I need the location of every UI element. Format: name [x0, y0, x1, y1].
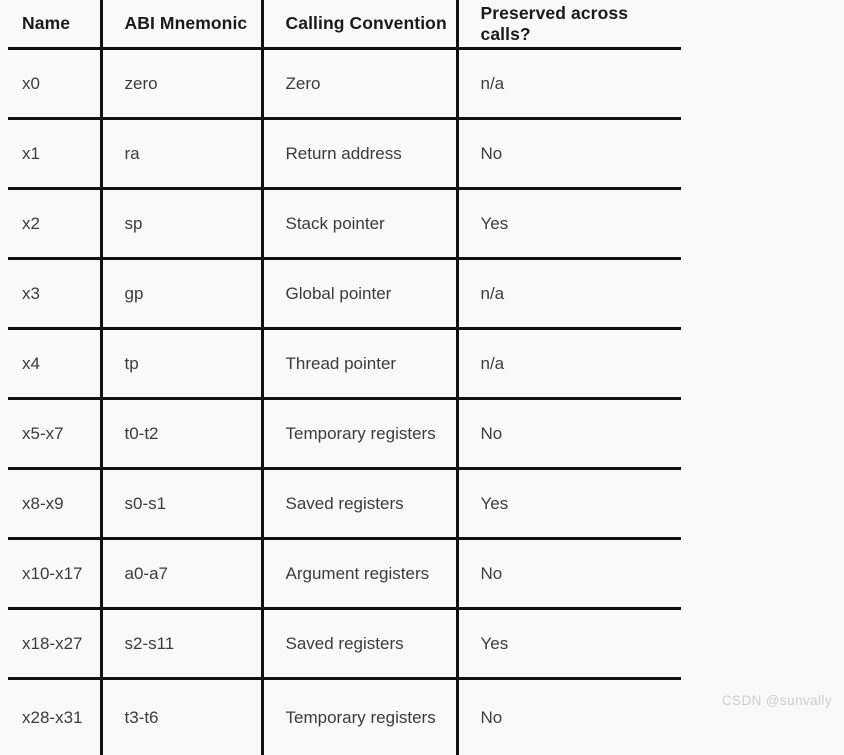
cell-preserved: n/a — [457, 259, 681, 329]
cell-calling-convention: Return address — [262, 119, 457, 189]
register-calling-convention-table: Name ABI Mnemonic Calling Convention Pre… — [0, 0, 681, 755]
cell-register-name: x18-x27 — [0, 609, 101, 679]
cell-calling-convention: Global pointer — [262, 259, 457, 329]
cell-calling-convention: Stack pointer — [262, 189, 457, 259]
table-header: Name ABI Mnemonic Calling Convention Pre… — [0, 0, 681, 49]
register-table-container: Name ABI Mnemonic Calling Convention Pre… — [0, 0, 689, 722]
cell-calling-convention: Zero — [262, 49, 457, 119]
column-header-name: Name — [0, 0, 101, 49]
cell-register-name: x1 — [0, 119, 101, 189]
cell-abi-mnemonic: gp — [101, 259, 262, 329]
cell-register-name: x28-x31 — [0, 679, 101, 755]
cell-register-name: x2 — [0, 189, 101, 259]
cell-calling-convention: Temporary registers — [262, 399, 457, 469]
column-header-calling-convention: Calling Convention — [262, 0, 457, 49]
csdn-watermark: CSDN @sunvally — [722, 693, 832, 708]
cell-register-name: x3 — [0, 259, 101, 329]
column-header-preserved: Preserved across calls? — [457, 0, 681, 49]
cell-preserved: n/a — [457, 329, 681, 399]
table-row: x18-x27 s2-s11 Saved registers Yes — [0, 609, 681, 679]
table-body: x0 zero Zero n/a x1 ra Return address No… — [0, 49, 681, 755]
table-row: x28-x31 t3-t6 Temporary registers No — [0, 679, 681, 755]
cell-register-name: x5-x7 — [0, 399, 101, 469]
cell-abi-mnemonic: zero — [101, 49, 262, 119]
cell-calling-convention: Saved registers — [262, 609, 457, 679]
cell-preserved: No — [457, 119, 681, 189]
cell-preserved: Yes — [457, 609, 681, 679]
cell-abi-mnemonic: sp — [101, 189, 262, 259]
cell-register-name: x4 — [0, 329, 101, 399]
cell-preserved: No — [457, 539, 681, 609]
table-row: x2 sp Stack pointer Yes — [0, 189, 681, 259]
cell-preserved: Yes — [457, 189, 681, 259]
cell-calling-convention: Saved registers — [262, 469, 457, 539]
column-header-mnemonic: ABI Mnemonic — [101, 0, 262, 49]
table-row: x10-x17 a0-a7 Argument registers No — [0, 539, 681, 609]
cell-preserved: n/a — [457, 49, 681, 119]
cell-register-name: x0 — [0, 49, 101, 119]
cell-abi-mnemonic: s2-s11 — [101, 609, 262, 679]
cell-register-name: x8-x9 — [0, 469, 101, 539]
cell-calling-convention: Thread pointer — [262, 329, 457, 399]
cell-abi-mnemonic: tp — [101, 329, 262, 399]
cell-preserved: No — [457, 399, 681, 469]
cell-calling-convention: Argument registers — [262, 539, 457, 609]
cell-preserved: Yes — [457, 469, 681, 539]
cell-abi-mnemonic: t3-t6 — [101, 679, 262, 755]
table-row: x5-x7 t0-t2 Temporary registers No — [0, 399, 681, 469]
cell-calling-convention: Temporary registers — [262, 679, 457, 755]
table-header-row: Name ABI Mnemonic Calling Convention Pre… — [0, 0, 681, 49]
table-row: x4 tp Thread pointer n/a — [0, 329, 681, 399]
cell-register-name: x10-x17 — [0, 539, 101, 609]
cell-abi-mnemonic: a0-a7 — [101, 539, 262, 609]
table-row: x8-x9 s0-s1 Saved registers Yes — [0, 469, 681, 539]
table-row: x0 zero Zero n/a — [0, 49, 681, 119]
cell-abi-mnemonic: t0-t2 — [101, 399, 262, 469]
cell-preserved: No — [457, 679, 681, 755]
table-row: x3 gp Global pointer n/a — [0, 259, 681, 329]
table-row: x1 ra Return address No — [0, 119, 681, 189]
cell-abi-mnemonic: ra — [101, 119, 262, 189]
cell-abi-mnemonic: s0-s1 — [101, 469, 262, 539]
